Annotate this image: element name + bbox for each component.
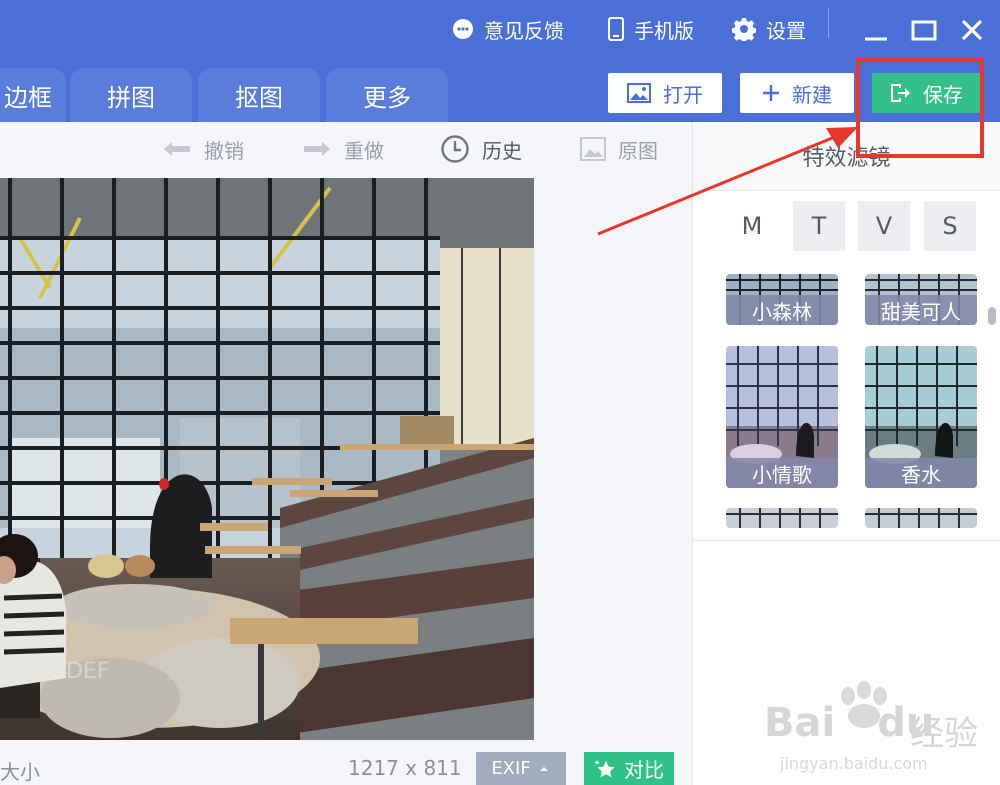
tab-collage[interactable]: 拼图 [70, 68, 192, 122]
history-button[interactable]: 历史 [440, 132, 522, 166]
mobile-label: 手机版 [634, 18, 694, 43]
watermark-url: jingyan.baidu.com [780, 754, 928, 773]
filter-scrollbar[interactable] [988, 307, 996, 325]
original-label: 原图 [618, 138, 658, 163]
clock-icon [441, 135, 469, 163]
panel-divider-line [693, 540, 1000, 541]
new-label: 新建 [792, 82, 832, 107]
tab-cutout[interactable]: 抠图 [198, 68, 320, 122]
maximize-icon [911, 20, 937, 41]
image-dimensions: 1217 x 811 [348, 756, 462, 780]
mobile-version-button[interactable]: 手机版 [608, 14, 694, 44]
phone-icon [608, 17, 624, 41]
filter-group-m[interactable]: M [726, 201, 778, 251]
compare-button[interactable]: 对比 [584, 752, 674, 785]
save-highlight-box [856, 58, 984, 158]
tab-label: 边框 [4, 83, 52, 112]
filter-label: 甜美可人 [865, 295, 977, 325]
original-button[interactable]: 原图 [580, 132, 658, 166]
undo-label: 撤销 [204, 138, 244, 163]
close-icon [961, 19, 983, 41]
undo-button[interactable]: 撤销 [162, 132, 244, 166]
caret-up-icon [539, 766, 548, 771]
tab-label: 更多 [363, 83, 411, 112]
open-label: 打开 [663, 82, 703, 107]
compare-label: 对比 [624, 758, 664, 782]
feedback-label: 意见反馈 [484, 18, 564, 43]
filter-thumb-partial-1[interactable] [726, 508, 838, 528]
filter-group-v[interactable]: V [858, 201, 910, 251]
watermark-product: 经验 [910, 714, 978, 754]
baidu-jingyan-watermark: Bai du 经验 jingyan.baidu.com [760, 680, 1000, 780]
sparkle-star-icon [594, 759, 615, 777]
tab-label: 抠图 [235, 83, 283, 112]
picture-icon [580, 137, 606, 161]
gear-icon [732, 18, 756, 41]
svg-text:AODEF: AODEF [34, 659, 109, 684]
feedback-icon [453, 19, 473, 39]
filter-label: 小森林 [726, 295, 838, 325]
redo-button[interactable]: 重做 [302, 132, 384, 166]
settings-label: 设置 [766, 18, 806, 43]
filter-label: 香水 [865, 458, 977, 488]
watermark-brand: Bai [764, 700, 836, 746]
exif-button[interactable]: EXIF [476, 752, 566, 785]
titlebar-separator [828, 8, 829, 38]
size-label: 大小 [0, 760, 40, 784]
exif-label: EXIF [491, 758, 531, 779]
filter-group-s[interactable]: S [924, 201, 976, 251]
panel-divider [692, 122, 693, 785]
tab-border[interactable]: 边框 [0, 68, 66, 122]
filter-group-t[interactable]: T [793, 201, 845, 251]
new-button[interactable]: 新建 [740, 73, 854, 113]
close-button[interactable] [956, 14, 988, 46]
settings-button[interactable]: 设置 [732, 14, 806, 44]
open-button[interactable]: 打开 [608, 73, 722, 113]
redo-arrow-icon [304, 142, 330, 156]
tab-more[interactable]: 更多 [326, 68, 448, 122]
filter-thumb-xiaosenlin[interactable]: 小森林 [726, 274, 838, 325]
redo-label: 重做 [344, 138, 384, 163]
history-label: 历史 [482, 138, 522, 163]
image-icon [627, 83, 651, 103]
minimize-button[interactable] [860, 14, 892, 46]
feedback-button[interactable]: 意见反馈 [452, 14, 564, 44]
filter-thumb-xiaoqingge[interactable]: 小情歌 [726, 346, 838, 488]
maximize-button[interactable] [908, 14, 940, 46]
filter-thumb-tianmeikeren[interactable]: 甜美可人 [865, 274, 977, 325]
filter-thumb-partial-2[interactable] [865, 508, 977, 528]
tab-label: 拼图 [107, 83, 155, 112]
plus-icon [763, 85, 779, 101]
minimize-icon [865, 37, 887, 41]
undo-arrow-icon [164, 142, 190, 156]
edited-photo[interactable]: AODEF [0, 178, 534, 740]
filter-thumb-xiangshui[interactable]: 香水 [865, 346, 977, 488]
filter-label: 小情歌 [726, 458, 838, 488]
